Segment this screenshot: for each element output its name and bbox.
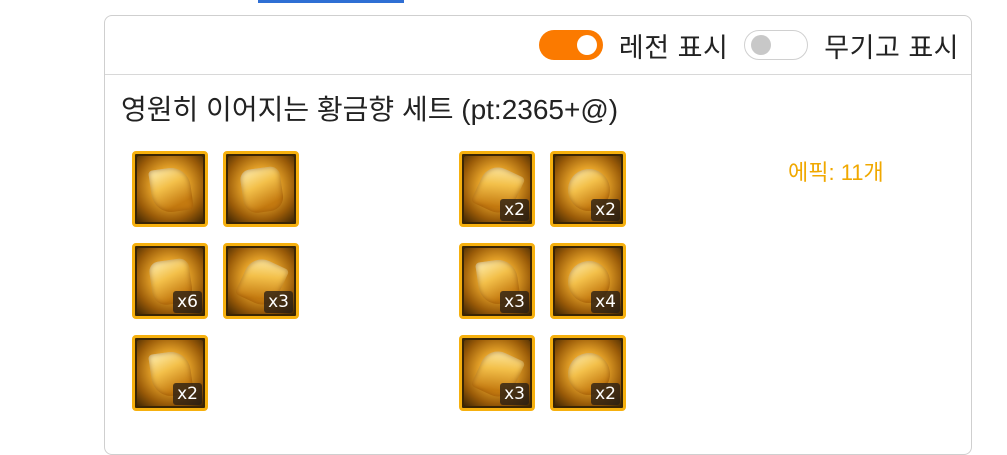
item-count: x2 [591, 383, 620, 405]
golden-top-armor-icon[interactable] [223, 151, 299, 227]
golden-support-icon[interactable]: x4 [550, 243, 626, 319]
panel-header: 레전 표시 무기고 표시 [105, 16, 971, 75]
weapon-toggle[interactable] [744, 30, 809, 60]
golden-magic-stone-icon[interactable]: x3 [459, 335, 535, 411]
toggle-knob [751, 35, 772, 55]
weapon-toggle-label: 무기고 표시 [824, 32, 959, 63]
item-count: x2 [500, 199, 529, 221]
set-panel: 레전 표시 무기고 표시 영원히 이어지는 황금향 세트 (pt:2365+@)… [104, 15, 972, 455]
legend-toggle[interactable] [538, 30, 603, 60]
top-tab-indicator [258, 0, 404, 3]
golden-shoes-icon[interactable]: x2 [132, 335, 208, 411]
golden-ring-icon[interactable]: x3 [459, 243, 535, 319]
golden-bracelet-icon[interactable]: x2 [459, 151, 535, 227]
golden-necklace-icon[interactable]: x2 [550, 151, 626, 227]
golden-earring-icon[interactable]: x2 [550, 335, 626, 411]
item-count: x3 [500, 383, 529, 405]
set-title: 영원히 이어지는 황금향 세트 (pt:2365+@) [121, 94, 619, 125]
epic-count: 에픽: 11개 [788, 160, 884, 185]
golden-bottom-armor-icon[interactable]: x6 [132, 243, 208, 319]
item-count: x3 [264, 291, 293, 313]
item-count: x2 [173, 383, 202, 405]
toggle-knob [576, 35, 597, 55]
item-count: x3 [500, 291, 529, 313]
golden-belt-icon[interactable]: x3 [223, 243, 299, 319]
legend-toggle-label: 레전 표시 [618, 32, 729, 63]
item-count: x2 [591, 199, 620, 221]
golden-shoulder-icon[interactable] [132, 151, 208, 227]
item-count: x4 [591, 291, 620, 313]
item-count: x6 [173, 291, 202, 313]
